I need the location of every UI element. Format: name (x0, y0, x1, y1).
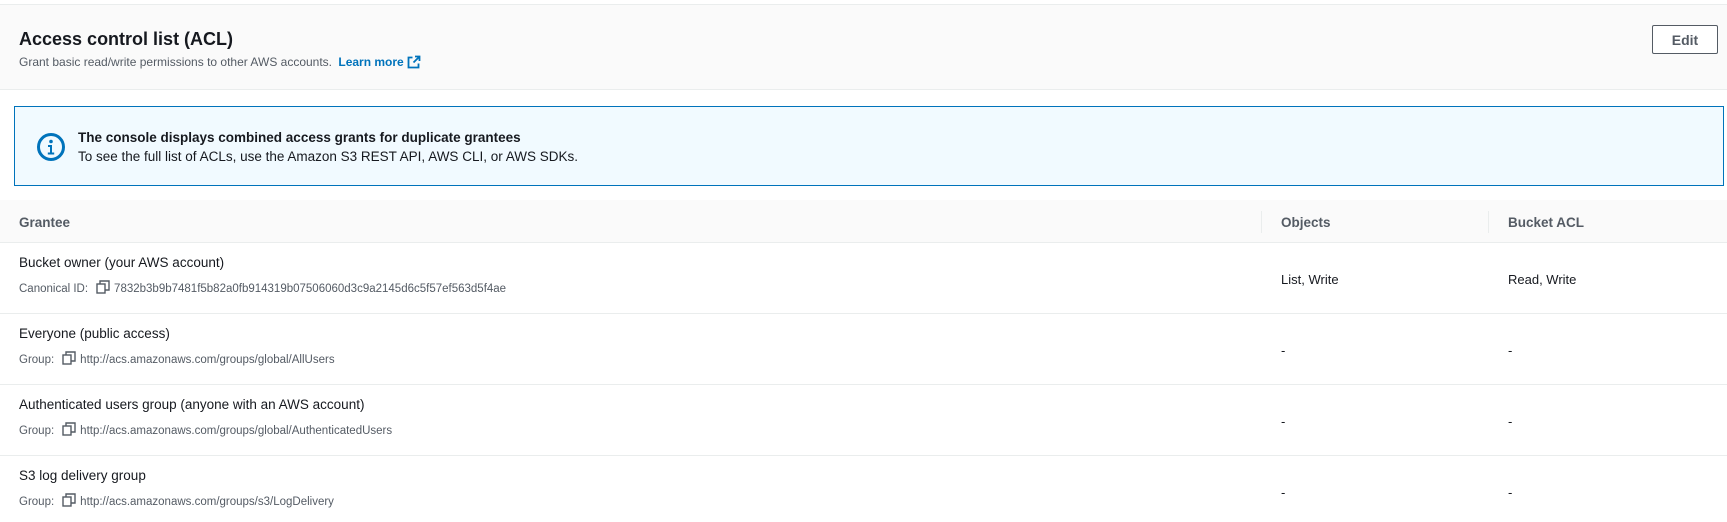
grantee-identifier: Group: http://acs.amazonaws.com/groups/g… (19, 351, 335, 368)
edit-button[interactable]: Edit (1652, 25, 1718, 54)
grantee-name: Everyone (public access) (19, 326, 170, 341)
info-alert: The console displays combined access gra… (14, 106, 1724, 186)
bucket-acl-permission: - (1508, 485, 1513, 500)
objects-permission: - (1281, 343, 1286, 358)
grantee-name: Authenticated users group (anyone with a… (19, 397, 365, 412)
panel-title: Access control list (ACL) (19, 29, 234, 49)
identifier-value: http://acs.amazonaws.com/groups/global/A… (80, 353, 335, 366)
table-row: Bucket owner (your AWS account) Canonica… (0, 243, 1727, 314)
identifier-label: Group: (19, 353, 55, 366)
identifier-label: Group: (19, 495, 55, 508)
grantee-identifier: Group: http://acs.amazonaws.com/groups/s… (19, 493, 334, 510)
table-row: Everyone (public access) Group: http://a… (0, 314, 1727, 385)
learn-more-label: Learn more (338, 55, 404, 69)
bucket-acl-permission: - (1508, 343, 1513, 358)
column-divider (1261, 211, 1262, 233)
identifier-value: http://acs.amazonaws.com/groups/s3/LogDe… (80, 495, 334, 508)
grantee-identifier: Canonical ID: 7832b3b9b7481f5b82a0fb9143… (19, 280, 506, 297)
alert-title: The console displays combined access gra… (78, 130, 521, 145)
objects-permission: - (1281, 414, 1286, 429)
panel-header: Access control list (ACL) Grant basic re… (0, 5, 1727, 90)
table-header: Grantee Objects Bucket ACL (0, 200, 1727, 243)
table-row: S3 log delivery group Group: http://acs.… (0, 456, 1727, 522)
identifier-value: http://acs.amazonaws.com/groups/global/A… (80, 424, 393, 437)
grantee-identifier: Group: http://acs.amazonaws.com/groups/g… (19, 422, 392, 439)
objects-permission: - (1281, 485, 1286, 500)
grantee-name: S3 log delivery group (19, 468, 146, 483)
column-divider (1488, 211, 1489, 233)
identifier-label: Canonical ID: (19, 282, 89, 295)
bucket-acl-permission: - (1508, 414, 1513, 429)
description-text: Grant basic read/write permissions to ot… (19, 55, 333, 69)
column-header-objects: Objects (1281, 215, 1331, 230)
info-icon (36, 132, 66, 167)
grantee-name: Bucket owner (your AWS account) (19, 255, 225, 270)
column-header-bucket-acl: Bucket ACL (1508, 215, 1585, 230)
bucket-acl-permission: Read, Write (1508, 272, 1577, 287)
identifier-label: Group: (19, 424, 55, 437)
acl-panel: Access control list (ACL) Grant basic re… (0, 0, 1727, 522)
learn-more-link[interactable]: Learn more (338, 55, 421, 72)
objects-permission: List, Write (1281, 272, 1339, 287)
copy-icon[interactable] (62, 422, 76, 439)
column-header-grantee: Grantee (19, 215, 71, 230)
copy-icon[interactable] (96, 280, 110, 297)
identifier-value: 7832b3b9b7481f5b82a0fb914319b07506060d3c… (114, 282, 507, 295)
table-row: Authenticated users group (anyone with a… (0, 385, 1727, 456)
external-link-icon (407, 55, 421, 72)
alert-body: To see the full list of ACLs, use the Am… (78, 149, 578, 164)
panel-description: Grant basic read/write permissions to ot… (19, 55, 421, 72)
copy-icon[interactable] (62, 351, 76, 368)
copy-icon[interactable] (62, 493, 76, 510)
